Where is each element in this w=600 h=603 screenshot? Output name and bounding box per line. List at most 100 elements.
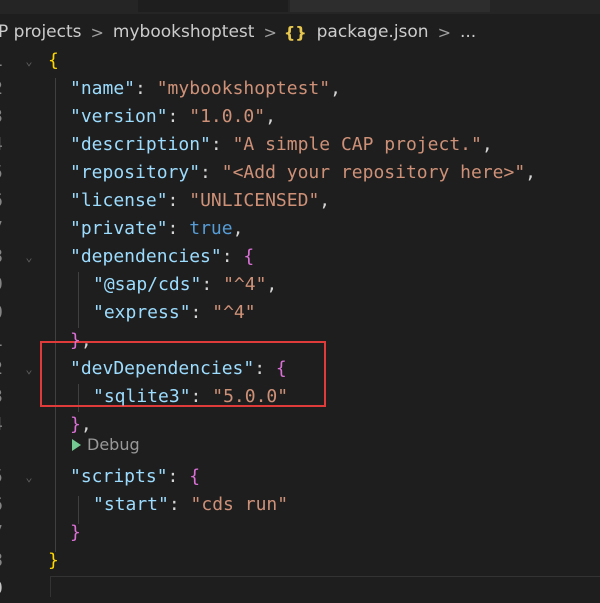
editor-tab-strip	[0, 0, 600, 14]
breadcrumb: P projects > mybookshoptest > {} package…	[0, 14, 600, 50]
line-number: 6	[0, 491, 22, 519]
code-token: ,	[330, 78, 341, 99]
code-line: "name": "mybookshoptest",	[70, 75, 341, 103]
code-line: }	[48, 547, 59, 575]
code-line: "license": "UNLICENSED",	[70, 187, 330, 215]
chevron-right-icon: >	[90, 22, 104, 42]
code-line: "dependencies": {	[70, 243, 254, 271]
code-token: "sqlite3"	[93, 386, 191, 407]
code-token: "mybookshoptest"	[156, 78, 331, 99]
code-token: :	[210, 134, 233, 155]
code-line: "private": true,	[70, 215, 243, 243]
code-editor[interactable]: Debug 1⌄{2"name": "mybookshoptest",3"ver…	[0, 47, 600, 599]
fold-chevron-icon[interactable]: ⌄	[22, 355, 36, 383]
line-number: 2	[0, 75, 22, 103]
line-number: 7	[0, 519, 22, 547]
code-token: :	[167, 190, 190, 211]
code-token: "description"	[70, 134, 211, 155]
code-token: "@sap/cds"	[93, 274, 202, 295]
code-token: :	[201, 274, 224, 295]
code-token: "1.0.0"	[189, 106, 266, 127]
code-token: "UNLICENSED"	[189, 190, 320, 211]
widget-edge	[50, 576, 600, 597]
line-number: 1	[0, 327, 22, 355]
tab-other[interactable]	[290, 0, 490, 12]
code-line: "start": "cds run"	[93, 491, 288, 519]
code-token: }	[70, 414, 81, 435]
code-token: ,	[319, 190, 331, 211]
code-token: "express"	[93, 302, 191, 323]
breadcrumb-item-projects[interactable]: P projects	[0, 22, 84, 42]
play-icon	[72, 438, 81, 451]
code-token: {	[189, 466, 201, 487]
code-token: {	[243, 246, 255, 267]
line-number: 6	[0, 187, 22, 215]
breadcrumb-item-symbols[interactable]: ...	[458, 22, 478, 42]
codelens-debug-label: Debug	[87, 435, 140, 454]
line-number: 3	[0, 383, 22, 411]
code-token: :	[190, 302, 213, 323]
code-token: :	[167, 106, 190, 127]
code-token: :	[167, 218, 190, 239]
code-token: "scripts"	[70, 466, 168, 487]
code-token: "cds run"	[190, 494, 289, 515]
code-token: "version"	[70, 106, 168, 127]
code-token: ,	[266, 274, 278, 295]
code-line: "scripts": {	[70, 463, 200, 491]
line-number: 3	[0, 103, 22, 131]
code-token: :	[135, 78, 157, 99]
code-token: ,	[80, 330, 92, 351]
code-line: {	[48, 47, 59, 75]
fold-chevron-icon[interactable]: ⌄	[22, 47, 36, 75]
code-token: "^4"	[212, 302, 256, 323]
breadcrumb-item-file[interactable]: package.json	[315, 22, 431, 42]
code-line: "version": "1.0.0",	[70, 103, 276, 131]
code-token: "name"	[70, 78, 136, 99]
line-number: 1	[0, 47, 22, 75]
code-token: }	[70, 330, 81, 351]
code-token: {	[48, 50, 59, 71]
code-line: "repository": "<Add your repository here…	[70, 159, 536, 187]
line-number: 5	[0, 159, 22, 187]
fold-chevron-icon[interactable]: ⌄	[22, 463, 36, 491]
code-token: ,	[481, 134, 493, 155]
tab-package-json[interactable]	[138, 0, 289, 12]
fold-chevron-icon[interactable]: ⌄	[22, 243, 36, 271]
line-number: 8	[0, 243, 22, 271]
code-line: },	[70, 327, 92, 355]
code-line: "description": "A simple CAP project.",	[70, 131, 493, 159]
code-token: true	[189, 218, 233, 239]
code-line: "sqlite3": "5.0.0"	[93, 383, 288, 411]
code-token: :	[254, 358, 276, 379]
line-number: 4	[0, 411, 22, 439]
indent-guide	[78, 272, 79, 328]
line-number: 7	[0, 215, 22, 243]
code-token: :	[168, 494, 191, 515]
breadcrumb-item-folder[interactable]: mybookshoptest	[111, 22, 257, 42]
code-line: "@sap/cds": "^4",	[93, 271, 277, 299]
code-token: }	[48, 550, 59, 571]
code-line: "express": "^4"	[93, 299, 256, 327]
code-token: "A simple CAP project."	[232, 134, 482, 155]
json-file-icon: {}	[283, 22, 307, 42]
code-token: ,	[80, 414, 92, 435]
code-token: }	[70, 522, 81, 543]
code-token: :	[221, 246, 244, 267]
line-number: 0	[0, 299, 22, 327]
code-token: "license"	[70, 190, 168, 211]
code-token: "start"	[93, 494, 169, 515]
code-line: "devDependencies": {	[70, 355, 287, 383]
code-token: ,	[232, 218, 244, 239]
chevron-right-icon: >	[437, 22, 451, 42]
code-token: :	[190, 386, 213, 407]
chevron-right-icon: >	[263, 22, 277, 42]
line-number: 4	[0, 131, 22, 159]
code-token: "^4"	[223, 274, 267, 295]
code-token: "<Add your repository here>"	[221, 162, 526, 183]
code-token: ,	[525, 162, 537, 183]
line-number: 9	[0, 271, 22, 299]
code-token: "repository"	[70, 162, 201, 183]
line-number: 2	[0, 355, 22, 383]
code-token: "5.0.0"	[212, 386, 289, 407]
line-number: 5	[0, 463, 22, 491]
